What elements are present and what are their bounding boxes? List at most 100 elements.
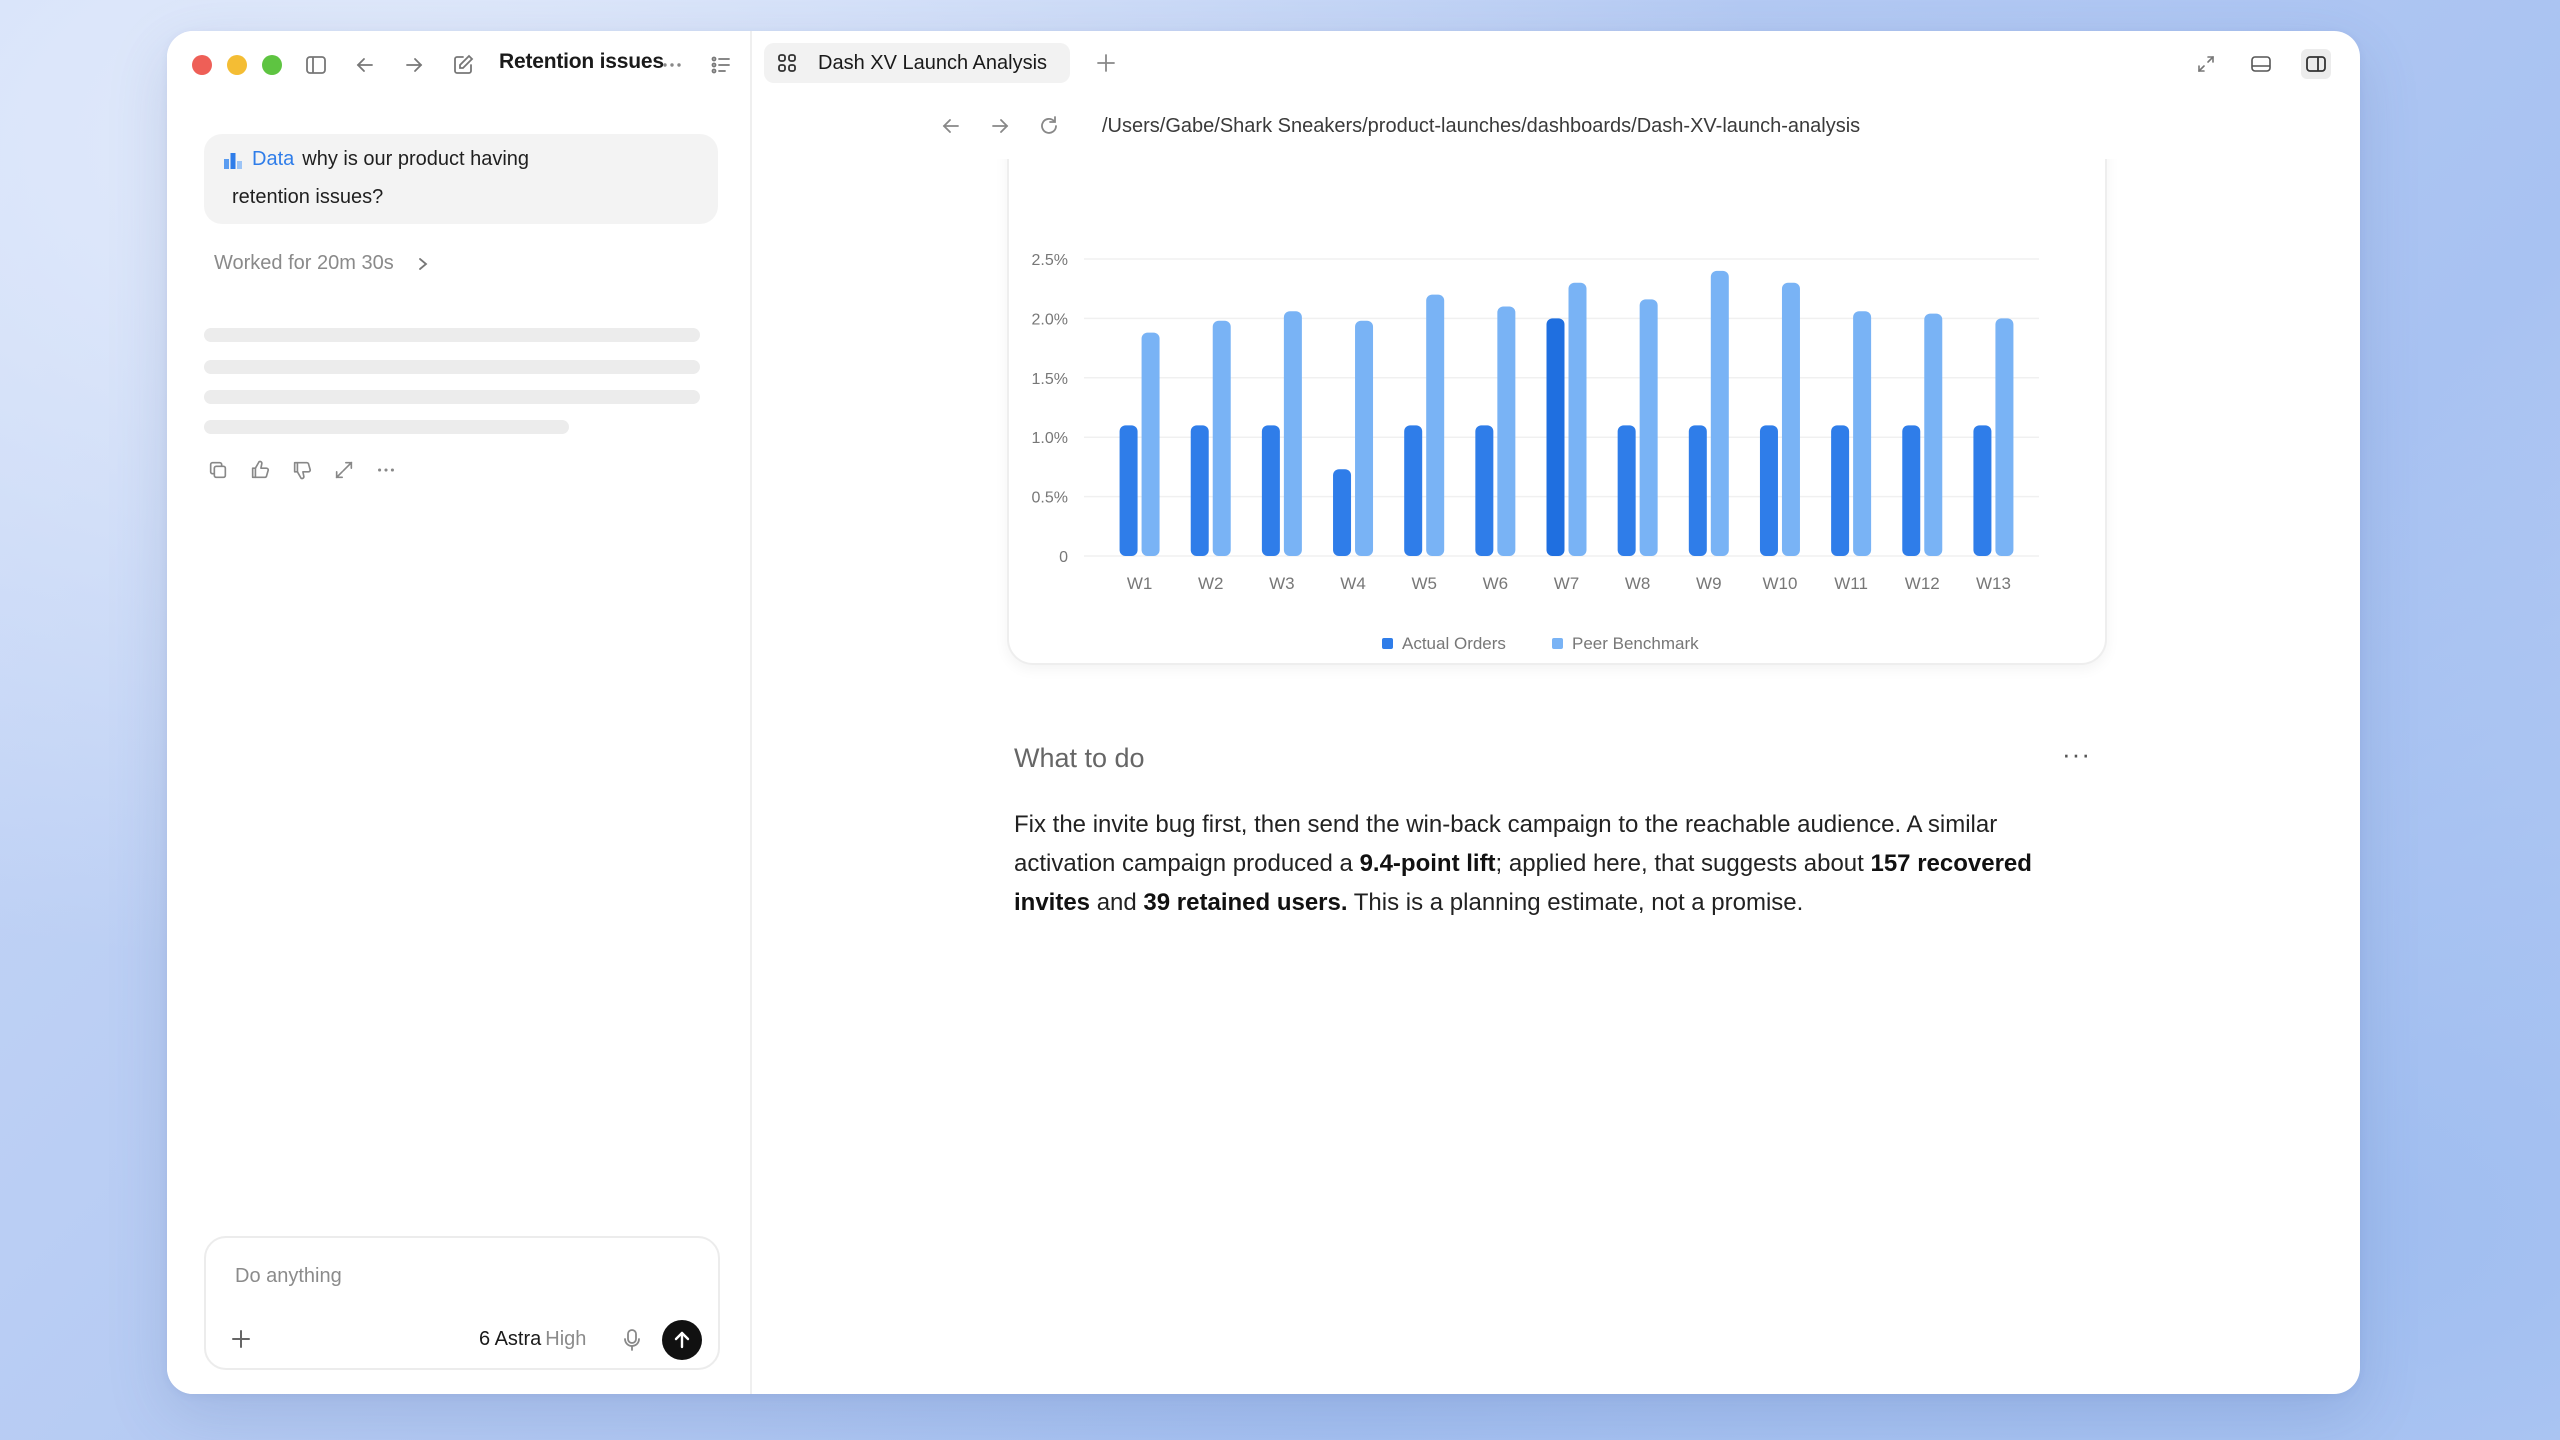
loading-skeleton-line <box>204 328 700 342</box>
model-selector[interactable]: 6 Astra High <box>479 1328 586 1351</box>
worked-for-label: Worked for 20m 30s <box>214 252 394 274</box>
more-actions-icon[interactable] <box>372 456 400 484</box>
y-tick-label: 0 <box>1059 549 1068 566</box>
tab-label: Dash XV Launch Analysis <box>818 51 1048 74</box>
refresh-icon[interactable] <box>1035 112 1063 140</box>
para-bold-users: 39 retained users. <box>1143 889 1348 916</box>
reasoning-level: High <box>545 1328 587 1350</box>
loading-skeleton-line <box>204 420 569 434</box>
grid-icon <box>776 52 798 74</box>
para-text: and <box>1090 889 1144 916</box>
bar-chart: 0 0.5% 1.0% 1.5% 2.0% 2.5% W1 W2 W3 W4 W5 W6 W7 W8 W9 W… <box>1032 252 2039 653</box>
panel-bottom-icon[interactable] <box>2246 49 2276 79</box>
close-window-button[interactable] <box>192 55 212 75</box>
section-more-icon[interactable]: ··· <box>2062 739 2091 770</box>
bar-actual-orders <box>1688 425 1707 556</box>
legend-label-actual: Actual Orders <box>1402 634 1506 653</box>
x-tick-label: W6 <box>1483 574 1509 593</box>
sidebar-toggle-icon[interactable] <box>302 51 330 79</box>
panel-right-icon[interactable] <box>2301 49 2331 79</box>
data-chip[interactable]: Data <box>252 148 294 171</box>
bar-peer-benchmark <box>1497 306 1516 556</box>
para-text: This is a planning estimate, not a promi… <box>1347 889 1804 916</box>
x-tick-label: W12 <box>1905 574 1940 593</box>
share-icon[interactable] <box>330 456 358 484</box>
x-tick-label: W2 <box>1198 574 1224 593</box>
bar-peer-benchmark <box>1355 320 1374 556</box>
bar-peer-benchmark <box>1710 270 1729 556</box>
bar-peer-benchmark <box>1141 332 1160 556</box>
user-message-line1: why is our product having <box>302 148 530 170</box>
para-text: ; applied here, that suggests about <box>1495 850 1871 877</box>
thumbs-down-icon[interactable] <box>288 456 316 484</box>
plus-icon[interactable] <box>226 1324 256 1354</box>
minimize-window-button[interactable] <box>227 55 247 75</box>
chart-card: 0 0.5% 1.0% 1.5% 2.0% 2.5% W1 W2 W3 W4 W5 W6 W7 W8 W9 W… <box>1007 159 2107 665</box>
y-tick-label: 1.5% <box>1032 371 1068 388</box>
legend-label-benchmark: Peer Benchmark <box>1572 634 1699 653</box>
x-tick-label: W1 <box>1127 574 1153 593</box>
bar-peer-benchmark <box>1924 313 1943 556</box>
loading-skeleton-line <box>204 360 700 374</box>
send-arrow-icon <box>674 1331 690 1349</box>
mic-icon[interactable] <box>619 1326 645 1354</box>
y-tick-label: 0.5% <box>1032 490 1068 507</box>
worked-for-toggle[interactable]: Worked for 20m 30s <box>214 252 430 275</box>
para-bold-lift: 9.4-point lift <box>1359 850 1496 877</box>
page-forward-icon[interactable] <box>986 112 1014 140</box>
thread-more-icon[interactable] <box>658 51 686 79</box>
expand-icon[interactable] <box>2191 49 2221 79</box>
bar-actual-orders <box>1404 425 1423 556</box>
x-tick-label: W5 <box>1411 574 1437 593</box>
list-icon[interactable] <box>707 51 735 79</box>
legend-swatch-benchmark <box>1552 638 1563 649</box>
bar-peer-benchmark <box>1995 318 2014 556</box>
bar-actual-orders <box>1546 318 1565 556</box>
bar-actual-orders <box>1973 425 1992 556</box>
copy-icon[interactable] <box>204 456 232 484</box>
maximize-window-button[interactable] <box>262 55 282 75</box>
x-tick-label: W11 <box>1834 574 1868 593</box>
bar-actual-orders <box>1119 425 1138 556</box>
bar-actual-orders <box>1902 425 1921 556</box>
bar-actual-orders <box>1759 425 1778 556</box>
bar-peer-benchmark <box>1283 311 1302 556</box>
forward-arrow-icon[interactable] <box>400 51 428 79</box>
loading-skeleton-line <box>204 390 700 404</box>
bar-peer-benchmark <box>1568 282 1587 556</box>
bar-actual-orders <box>1617 425 1636 556</box>
chat-sidebar: Retention issues Data why is our product… <box>167 31 752 1394</box>
page-back-icon[interactable] <box>937 112 965 140</box>
compose-icon[interactable] <box>449 51 477 79</box>
tab-dash-xv-launch-analysis[interactable]: Dash XV Launch Analysis <box>764 43 1070 83</box>
model-name: 6 Astra <box>479 1328 542 1350</box>
chevron-right-icon <box>418 257 428 270</box>
x-tick-label: W7 <box>1554 574 1580 593</box>
app-window: Retention issues Data why is our product… <box>167 31 2360 1394</box>
section-title: What to do <box>1014 743 1145 773</box>
back-arrow-icon[interactable] <box>351 51 379 79</box>
y-tick-label: 1.0% <box>1032 430 1068 447</box>
bar-actual-orders <box>1190 425 1209 556</box>
bar-peer-benchmark <box>1853 311 1872 556</box>
x-tick-label: W9 <box>1696 574 1722 593</box>
composer: 6 AstraHigh <box>204 1236 720 1370</box>
sidebar-toolbar: Retention issues <box>167 31 750 99</box>
url-field[interactable]: /Users/Gabe/Shark Sneakers/product-launc… <box>1102 115 1860 138</box>
composer-input[interactable] <box>233 1264 687 1289</box>
thumbs-up-icon[interactable] <box>246 456 274 484</box>
address-bar: /Users/Gabe/Shark Sneakers/product-launc… <box>752 95 2360 159</box>
bar-peer-benchmark <box>1639 299 1658 556</box>
recommendation-paragraph: Fix the invite bug first, then send the … <box>1014 805 2104 922</box>
bar-actual-orders <box>1333 469 1352 556</box>
message-actions <box>204 456 400 484</box>
bar-peer-benchmark <box>1781 282 1800 556</box>
x-tick-label: W4 <box>1340 574 1366 593</box>
send-button[interactable] <box>662 1320 702 1360</box>
data-chart-icon <box>224 152 242 169</box>
new-tab-plus-icon[interactable] <box>1092 49 1120 77</box>
legend-swatch-actual <box>1382 638 1393 649</box>
user-message-line2: retention issues? <box>232 186 384 208</box>
bar-peer-benchmark <box>1426 294 1445 556</box>
thread-title[interactable]: Retention issues <box>499 50 664 74</box>
